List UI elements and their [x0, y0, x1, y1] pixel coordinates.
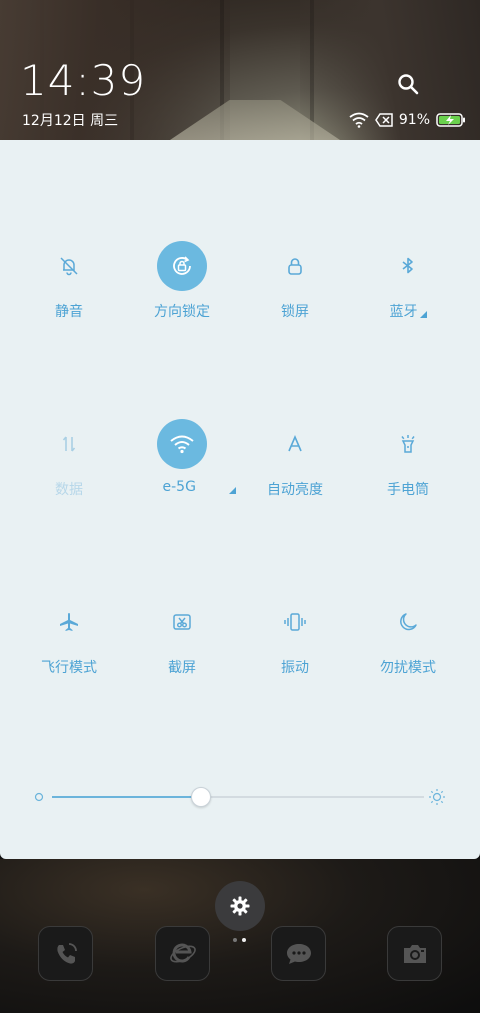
- lock-icon: [270, 241, 320, 291]
- no-sim-icon: [374, 113, 393, 127]
- search-icon[interactable]: [396, 72, 420, 96]
- mobile-data-icon: [44, 419, 94, 469]
- browser-icon: [169, 943, 196, 963]
- tile-lock-screen[interactable]: 锁屏: [240, 241, 350, 341]
- tile-label: 静音: [55, 304, 83, 320]
- message-icon: [286, 943, 311, 964]
- status-bar: 91%: [349, 110, 466, 130]
- tile-label: 截屏: [168, 660, 196, 676]
- flashlight-icon: [383, 419, 433, 469]
- battery-charging-icon: [436, 113, 465, 127]
- dock-browser[interactable]: [155, 926, 210, 981]
- tile-airplane-mode[interactable]: 飞行模式: [14, 597, 124, 697]
- bell-off-icon: [44, 241, 94, 291]
- tile-label: 自动亮度: [267, 482, 323, 498]
- airplane-icon: [44, 597, 94, 647]
- dock-phone[interactable]: [38, 926, 93, 981]
- tile-label: 振动: [281, 660, 309, 676]
- tile-label: 方向锁定: [154, 304, 210, 320]
- tile-label: 锁屏: [281, 304, 309, 320]
- brightness-low-icon: [34, 792, 44, 802]
- brightness-knob[interactable]: [190, 787, 211, 807]
- tile-screenshot[interactable]: 截屏: [127, 597, 237, 697]
- dock-camera[interactable]: [387, 926, 442, 981]
- tile-rotation-lock[interactable]: 方向锁定: [127, 241, 237, 341]
- tile-label: e-5G: [163, 479, 236, 495]
- tile-label: 数据: [55, 482, 83, 498]
- tile-do-not-disturb[interactable]: 勿扰模式: [353, 597, 463, 697]
- brightness-fill: [52, 796, 201, 798]
- expand-corner-icon[interactable]: [419, 310, 427, 318]
- camera-icon: [403, 944, 426, 963]
- moon-icon: [383, 597, 433, 647]
- settings-button[interactable]: [215, 881, 265, 931]
- wifi-signal-icon: [349, 112, 369, 128]
- page-dot: [233, 938, 237, 942]
- battery-percent: 91%: [398, 112, 430, 128]
- tile-bluetooth[interactable]: 蓝牙: [353, 241, 463, 341]
- bluetooth-icon: [383, 241, 433, 291]
- tile-label: 手电筒: [387, 482, 429, 498]
- auto-brightness-icon: [270, 419, 320, 469]
- tile-mobile-data[interactable]: 数据: [14, 419, 124, 519]
- dock-messages[interactable]: [271, 926, 326, 981]
- tile-vibrate[interactable]: 振动: [240, 597, 350, 697]
- brightness-high-icon: [429, 789, 445, 805]
- tile-wifi[interactable]: e-5G: [127, 419, 237, 519]
- wifi-icon: [157, 419, 207, 469]
- page-dot-active: [242, 938, 246, 942]
- tile-label: 飞行模式: [41, 660, 97, 676]
- tile-flashlight[interactable]: 手电筒: [353, 419, 463, 519]
- brightness-slider[interactable]: [34, 780, 446, 814]
- tile-auto-brightness[interactable]: 自动亮度: [240, 419, 350, 519]
- tile-label: 勿扰模式: [380, 660, 436, 676]
- vibrate-icon: [270, 597, 320, 647]
- phone-icon: [56, 942, 77, 964]
- page-indicator: [233, 938, 246, 942]
- clock[interactable]: 14:39: [20, 56, 146, 105]
- tile-silent[interactable]: 静音: [14, 241, 124, 341]
- gear-icon: [230, 896, 250, 916]
- expand-corner-icon[interactable]: [228, 486, 236, 494]
- date[interactable]: 12月12日 周三: [22, 110, 118, 130]
- rotation-lock-icon: [157, 241, 207, 291]
- brightness-track[interactable]: [52, 796, 424, 798]
- screenshot-icon: [157, 597, 207, 647]
- tile-label: 蓝牙: [390, 301, 427, 321]
